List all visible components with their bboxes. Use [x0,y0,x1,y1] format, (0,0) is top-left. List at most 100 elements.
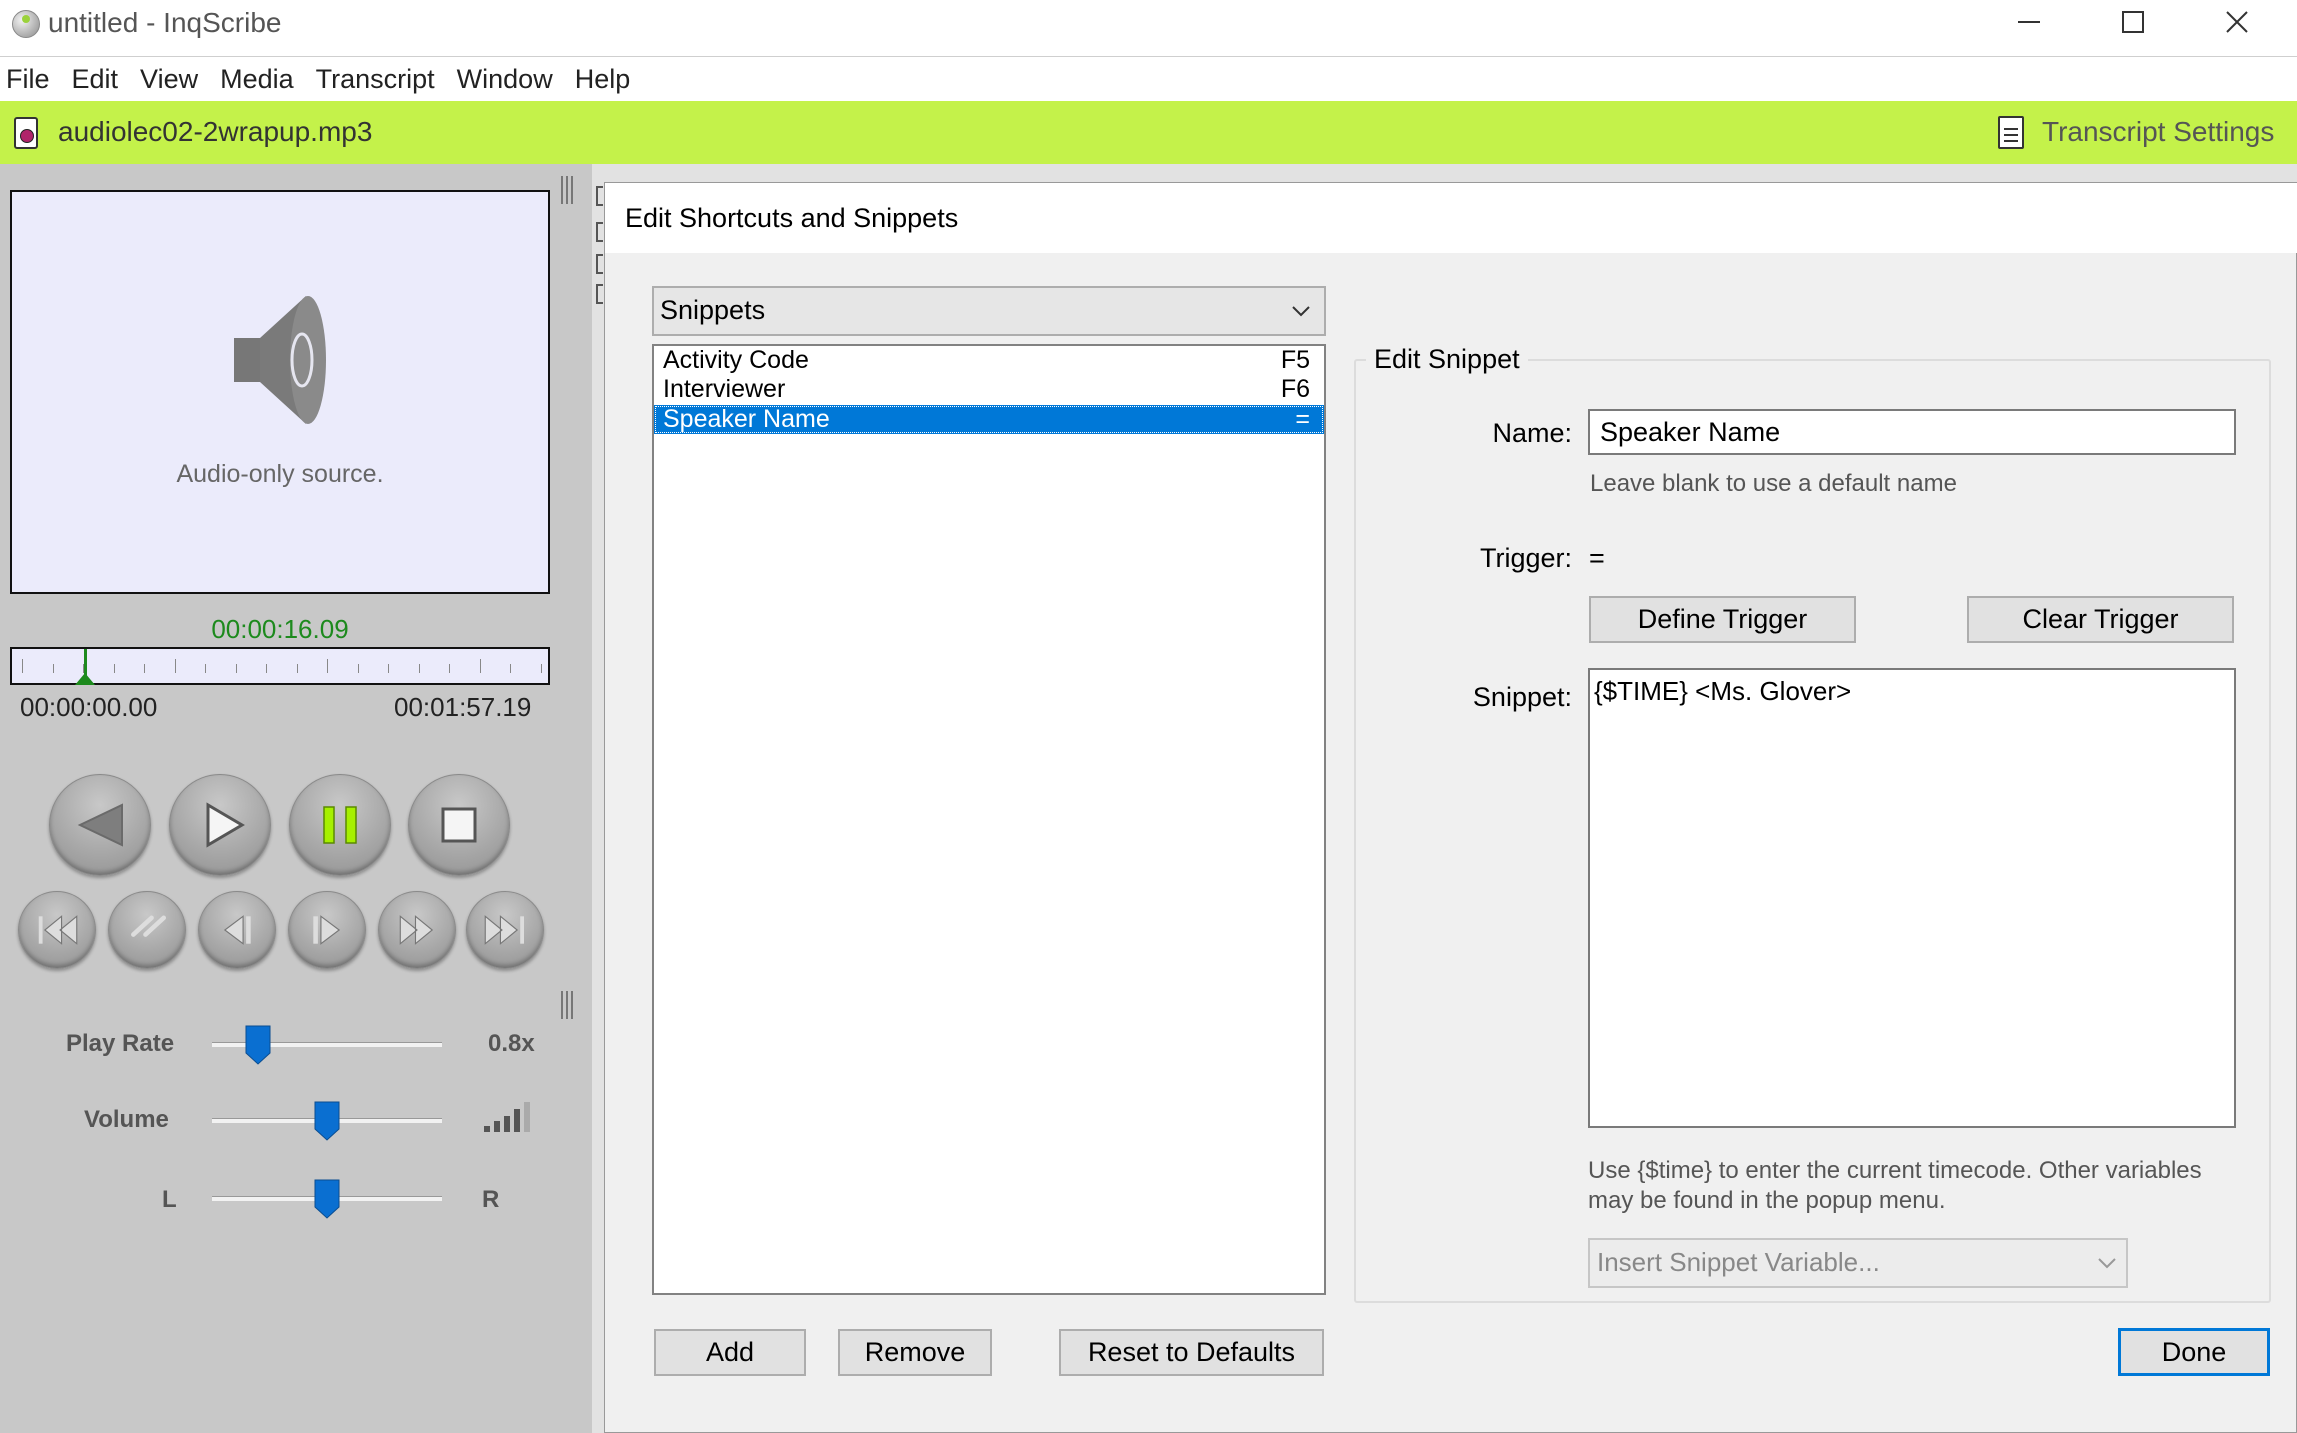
title-bar [0,0,2297,57]
volume-label: Volume [84,1106,169,1133]
minimize-button[interactable] [1978,0,2080,44]
frame-back-icon [223,915,251,945]
timeline-tick [510,664,511,673]
shortcut-category-value: Snippets [660,295,766,325]
panel-splitter-handle-lower[interactable] [561,991,573,1019]
menu-file[interactable]: File [0,57,64,101]
media-file-name[interactable]: audiolec02-2wrapup.mp3 [58,114,372,150]
play-rate-label: Play Rate [66,1030,175,1057]
timeline-tick [540,664,542,673]
start-timecode: 00:00:00.00 [20,692,158,722]
playhead-marker[interactable] [75,673,96,685]
balance-slider-thumb[interactable] [314,1179,340,1219]
list-item-name: Activity Code [663,346,809,374]
snippet-text-area[interactable]: {$TIME} <Ms. Glover> [1588,668,2236,1128]
skip-to-start-icon [38,915,78,945]
timeline-tick [235,664,237,673]
balance-right-label: R [482,1186,500,1213]
timeline-tick [266,664,267,673]
trigger-value: = [1589,543,1605,573]
snippet-name-input[interactable] [1588,409,2236,455]
timeline-tick [479,659,481,673]
menu-edit[interactable]: Edit [64,57,133,101]
remove-button[interactable]: Remove [838,1329,992,1376]
close-icon [2226,11,2248,33]
transcript-settings-button[interactable]: Transcript Settings [2042,114,2274,150]
maximize-icon [2122,11,2144,33]
step-forward-button[interactable] [288,891,366,969]
step-back-button[interactable] [198,891,276,969]
timeline-tick [144,664,145,673]
menu-media[interactable]: Media [212,57,308,101]
timeline-tick [113,664,115,673]
panel-splitter-handle[interactable] [561,176,573,204]
timeline-tick [418,664,420,673]
menu-help[interactable]: Help [567,57,645,101]
list-item-name: Speaker Name [663,405,830,433]
frame-forward-icon [313,915,341,945]
list-item[interactable]: Activity Code F5 [654,346,1324,375]
done-button[interactable]: Done [2118,1328,2270,1376]
end-timecode: 00:01:57.19 [394,692,532,722]
maximize-button[interactable] [2082,0,2184,44]
minimize-icon [2018,21,2040,23]
trigger-label: Trigger: [1479,543,1572,573]
pause-icon [323,806,357,844]
clear-trigger-button[interactable]: Clear Trigger [1967,596,2234,643]
volume-slider-thumb[interactable] [314,1101,340,1141]
dialog-title: Edit Shortcuts and Snippets [625,203,959,233]
fast-forward-icon [399,915,434,945]
list-item-trigger: F5 [1280,346,1310,374]
timeline-tick [174,659,176,673]
menu-transcript[interactable]: Transcript [308,57,449,101]
list-item-name: Interviewer [663,375,786,403]
play-button[interactable] [169,774,271,876]
timeline-tick [205,664,206,673]
name-label: Name: [1492,418,1572,448]
document-icon [1998,116,2024,149]
rewind-button[interactable] [49,774,151,876]
chevron-down-icon [2098,1258,2116,1269]
skip-to-end-icon [484,915,524,945]
play-rate-slider-thumb[interactable] [245,1025,271,1065]
go-to-start-button[interactable] [18,891,96,969]
window-title: untitled - InqScribe [48,7,282,38]
current-timecode: 00:00:16.09 [211,614,349,644]
snippet-variables-help: Use {$time} to enter the current timecod… [1588,1157,2202,1214]
go-to-end-button[interactable] [466,891,544,969]
list-item[interactable]: Interviewer F6 [654,375,1324,404]
menu-view[interactable]: View [132,57,212,101]
snippet-label: Snippet: [1472,682,1572,712]
list-item-trigger: F6 [1280,375,1310,403]
stop-button[interactable] [408,774,510,876]
audio-only-label: Audio-only source. [176,460,384,488]
timeline-tick [449,664,450,673]
insert-snippet-variable-value: Insert Snippet Variable... [1597,1247,1880,1277]
add-button[interactable]: Add [654,1329,806,1376]
snippet-list[interactable] [652,344,1326,1295]
edit-snippet-group-title: Edit Snippet [1366,344,1528,375]
chevron-down-icon [1292,306,1310,317]
rewind-icon [77,803,123,847]
balance-left-label: L [162,1186,177,1213]
timeline-tick [327,659,328,673]
list-item-trigger: = [1295,405,1310,433]
name-hint: Leave blank to use a default name [1590,470,1957,497]
volume-level-icon [484,1102,530,1132]
inqscribe-app-icon [12,10,40,38]
stop-icon [441,807,477,843]
fast-forward-button[interactable] [378,891,456,969]
speaker-icon [234,296,326,424]
jump-back-icon [131,915,166,937]
close-button[interactable] [2186,0,2288,44]
timeline-tick [296,664,298,673]
jump-back-button[interactable] [108,891,186,969]
audio-file-icon [14,117,38,149]
list-item-selected[interactable]: Speaker Name = [654,405,1324,434]
menu-window[interactable]: Window [449,57,567,101]
timeline-tick [52,664,54,673]
reset-to-defaults-button[interactable]: Reset to Defaults [1059,1329,1324,1376]
pause-button[interactable] [289,774,391,876]
define-trigger-button[interactable]: Define Trigger [1589,596,1856,643]
timeline-tick [388,664,389,673]
